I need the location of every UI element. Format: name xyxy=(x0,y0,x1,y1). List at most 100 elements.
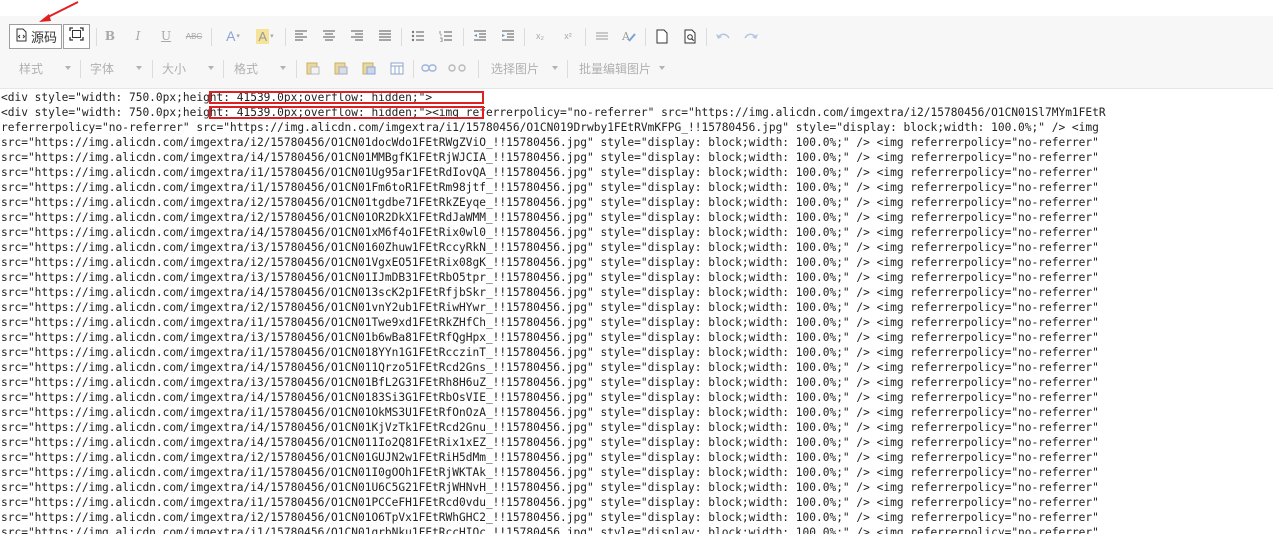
outdent-button[interactable] xyxy=(469,25,491,47)
horizontal-rule-icon xyxy=(595,30,609,42)
code-line: src="https://img.alicdn.com/imgextra/i4/… xyxy=(1,286,1099,299)
toolbar-separator xyxy=(524,28,525,46)
size-dropdown[interactable]: 大小 xyxy=(162,57,214,79)
select-image-dropdown[interactable]: 选择图片 xyxy=(491,57,558,79)
chevron-down-icon xyxy=(208,66,214,70)
table-button[interactable] xyxy=(386,57,408,79)
code-line: src="https://img.alicdn.com/imgextra/i3/… xyxy=(1,376,1099,389)
numbered-list-icon xyxy=(439,30,453,42)
source-code-button[interactable]: 源码 xyxy=(9,24,62,49)
toolbar-separator xyxy=(706,28,707,46)
code-line: src="https://img.alicdn.com/imgextra/i4/… xyxy=(1,361,1099,374)
code-line: src="https://img.alicdn.com/imgextra/i1/… xyxy=(1,181,1099,194)
link-button[interactable] xyxy=(418,57,440,79)
code-line: src="https://img.alicdn.com/imgextra/i3/… xyxy=(1,271,1099,284)
indent-icon xyxy=(501,30,515,42)
code-line: src="https://img.alicdn.com/imgextra/i1/… xyxy=(1,316,1099,329)
align-right-icon xyxy=(350,30,364,42)
align-right-button[interactable] xyxy=(346,25,368,47)
subscript-button[interactable]: x₂ xyxy=(529,25,551,47)
font-dropdown[interactable]: 字体 xyxy=(90,57,142,79)
document-icon xyxy=(656,29,668,44)
italic-button[interactable]: I xyxy=(127,25,149,47)
batch-edit-image-dropdown[interactable]: 批量编辑图片 xyxy=(579,57,665,79)
toolbar-row-2: 样式 字体 大小 格式 选择图片 批量编辑图片 xyxy=(0,52,1273,84)
code-line: <div style="width: 750.0px;height: 41539… xyxy=(1,91,433,104)
code-line: src="https://img.alicdn.com/imgextra/i2/… xyxy=(1,511,1099,524)
preview-icon xyxy=(684,29,697,44)
table-icon xyxy=(390,62,404,75)
toolbar-separator xyxy=(413,60,414,78)
undo-icon xyxy=(715,31,731,41)
code-line: src="https://img.alicdn.com/imgextra/i4/… xyxy=(1,421,1099,434)
align-center-icon xyxy=(322,30,336,42)
paste-text-icon xyxy=(334,61,348,75)
code-line: src="https://img.alicdn.com/imgextra/i2/… xyxy=(1,196,1099,209)
code-line: src="https://img.alicdn.com/imgextra/i2/… xyxy=(1,211,1099,224)
source-code-label: 源码 xyxy=(31,30,58,45)
toolbar-separator xyxy=(152,60,153,78)
bullet-list-button[interactable] xyxy=(407,25,429,47)
bold-button[interactable]: B xyxy=(99,25,121,47)
unlink-button[interactable] xyxy=(446,57,468,79)
align-center-button[interactable] xyxy=(318,25,340,47)
chevron-down-icon xyxy=(136,66,142,70)
code-line: src="https://img.alicdn.com/imgextra/i3/… xyxy=(1,241,1099,254)
top-strip xyxy=(0,0,1273,16)
paste-text-button[interactable] xyxy=(330,57,352,79)
style-dropdown-label: 样式 xyxy=(19,61,44,76)
code-line: src="https://img.alicdn.com/imgextra/i4/… xyxy=(1,226,1099,239)
link-icon xyxy=(421,63,437,73)
justify-button[interactable] xyxy=(374,25,396,47)
justify-icon xyxy=(378,30,392,42)
paste-button[interactable] xyxy=(302,57,324,79)
clear-format-icon: A xyxy=(621,29,637,43)
undo-button[interactable] xyxy=(712,25,734,47)
strikethrough-button[interactable]: ABC xyxy=(183,25,205,47)
paste-word-button[interactable] xyxy=(358,57,380,79)
bold-icon: B xyxy=(104,29,116,43)
indent-button[interactable] xyxy=(497,25,519,47)
font-color-button[interactable]: A ▾ xyxy=(222,25,244,47)
preview-button[interactable] xyxy=(679,25,701,47)
code-line: src="https://img.alicdn.com/imgextra/i4/… xyxy=(1,436,1099,449)
outdent-icon xyxy=(473,30,487,42)
batch-edit-image-label: 批量编辑图片 xyxy=(579,61,652,76)
superscript-button[interactable]: x² xyxy=(557,25,579,47)
source-code-area[interactable]: <div style="width: 750.0px;height: 41539… xyxy=(0,90,1273,534)
toolbar-separator xyxy=(96,28,97,46)
toolbar-separator xyxy=(80,60,81,78)
clear-format-button[interactable]: A xyxy=(618,25,640,47)
redo-button[interactable] xyxy=(740,25,762,47)
format-dropdown-label: 格式 xyxy=(234,61,259,76)
fullscreen-button[interactable] xyxy=(63,24,90,49)
font-color-icon: A xyxy=(226,28,236,44)
new-document-button[interactable] xyxy=(651,25,673,47)
align-left-icon xyxy=(294,30,308,42)
paste-icon xyxy=(306,61,320,75)
style-dropdown[interactable]: 样式 xyxy=(19,57,71,79)
numbered-list-button[interactable] xyxy=(435,25,457,47)
code-line: src="https://img.alicdn.com/imgextra/i4/… xyxy=(1,391,1099,404)
bg-color-button[interactable]: A ▾ xyxy=(254,25,276,47)
code-line: src="https://img.alicdn.com/imgextra/i1/… xyxy=(1,346,1099,359)
format-dropdown[interactable]: 格式 xyxy=(234,57,286,79)
toolbar-separator xyxy=(478,60,479,78)
toolbar-separator xyxy=(401,28,402,46)
toolbar-separator xyxy=(285,28,286,46)
underline-button[interactable]: U xyxy=(155,25,177,47)
toolbar-separator xyxy=(296,60,297,78)
code-line: src="https://img.alicdn.com/imgextra/i4/… xyxy=(1,151,1099,164)
horizontal-rule-button[interactable] xyxy=(591,25,613,47)
toolbar-separator xyxy=(223,60,224,78)
subscript-icon: x₂ xyxy=(536,31,544,41)
editor-toolbar: 源码 B I U ABC A ▾ A ▾ x₂ x² A 样式 字体 大小 格式… xyxy=(0,16,1273,89)
chevron-down-icon xyxy=(659,66,665,70)
bullet-list-icon xyxy=(411,30,425,42)
code-line: referrerpolicy="no-referrer" src="https:… xyxy=(1,121,1099,134)
superscript-icon: x² xyxy=(564,31,572,41)
code-line: <div style="width: 750.0px;height: 41539… xyxy=(1,106,1106,119)
arrow-icon xyxy=(39,1,79,22)
unlink-icon xyxy=(448,63,466,73)
align-left-button[interactable] xyxy=(290,25,312,47)
